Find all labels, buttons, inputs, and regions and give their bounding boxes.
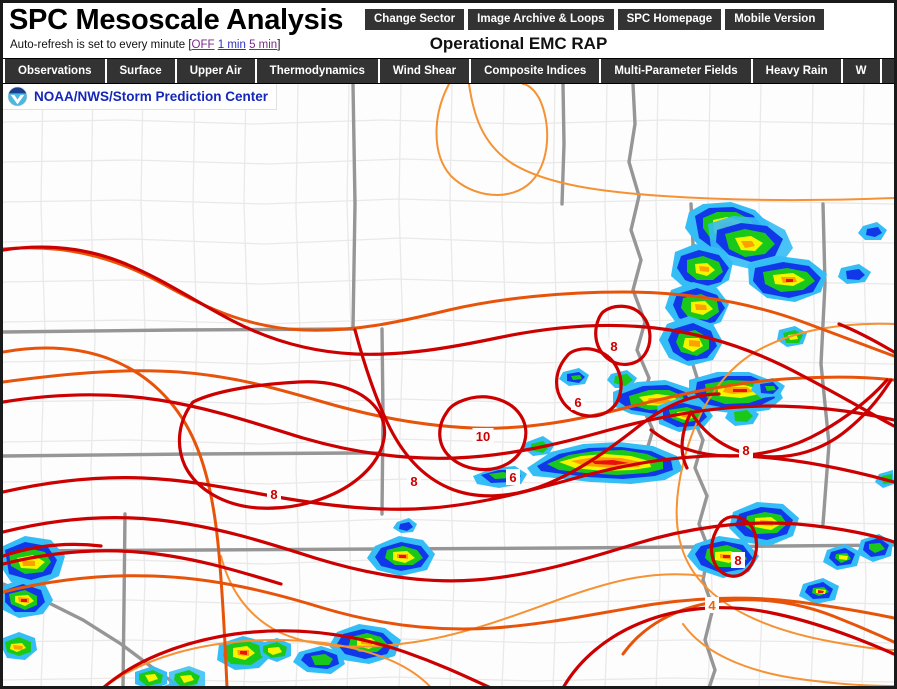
spc-homepage-button[interactable]: SPC Homepage [617, 9, 722, 30]
header-button-group: Change Sector Image Archive & Loops SPC … [365, 9, 825, 30]
mobile-version-button[interactable]: Mobile Version [725, 9, 825, 30]
svg-text:8: 8 [610, 339, 617, 354]
tab-observations[interactable]: Observations [3, 59, 107, 83]
tab-heavy-rain[interactable]: Heavy Rain [752, 59, 843, 83]
svg-text:8: 8 [410, 474, 417, 489]
svg-text:10: 10 [476, 429, 490, 444]
contour-label: 4 [705, 597, 719, 613]
page-title: SPC Mesoscale Analysis [9, 4, 344, 36]
model-subtitle: Operational EMC RAP [429, 34, 608, 53]
svg-text:6: 6 [509, 470, 516, 485]
contour-label: 10 [472, 428, 494, 444]
page-header: SPC Mesoscale Analysis Auto-refresh is s… [3, 3, 894, 58]
tab-thermodynamics[interactable]: Thermodynamics [256, 59, 380, 83]
spc-mesoscale-analysis-page: SPC Mesoscale Analysis Auto-refresh is s… [0, 0, 897, 689]
noaa-banner: NOAA/NWS/Storm Prediction Center [3, 84, 278, 110]
contour-label: 8 [739, 442, 753, 458]
contour-label: 8 [607, 338, 621, 354]
contour-label: 8 [267, 486, 281, 502]
main-nav-bar: Observations Surface Upper Air Thermodyn… [3, 58, 894, 84]
change-sector-button[interactable]: Change Sector [365, 9, 465, 30]
contour-label: 8 [731, 552, 745, 568]
tab-multi-parameter-fields[interactable]: Multi-Parameter Fields [601, 59, 753, 83]
svg-text:4: 4 [708, 598, 716, 613]
contour-label: 6 [506, 469, 520, 485]
map-graphic: 8 10 8 6 6 8 8 8 4 [3, 84, 894, 686]
svg-text:8: 8 [270, 487, 277, 502]
tab-upper-air[interactable]: Upper Air [176, 59, 257, 83]
mesoanalysis-map[interactable]: 8 10 8 6 6 8 8 8 4 NOAA/NWS/Storm Prediction Cen… [3, 84, 894, 686]
noaa-logo-icon [7, 86, 28, 107]
contour-label: 8 [407, 473, 421, 489]
tab-wind-shear[interactable]: Wind Shear [379, 59, 472, 83]
image-archive-loops-button[interactable]: Image Archive & Loops [468, 9, 614, 30]
noaa-banner-text: NOAA/NWS/Storm Prediction Center [34, 89, 269, 104]
svg-text:8: 8 [734, 553, 741, 568]
svg-text:6: 6 [574, 395, 581, 410]
contour-label: 6 [571, 394, 585, 410]
tab-composite-indices[interactable]: Composite Indices [471, 59, 602, 83]
tab-surface[interactable]: Surface [106, 59, 177, 83]
tab-winter-cutoff[interactable]: W [842, 59, 882, 83]
svg-text:8: 8 [742, 443, 749, 458]
